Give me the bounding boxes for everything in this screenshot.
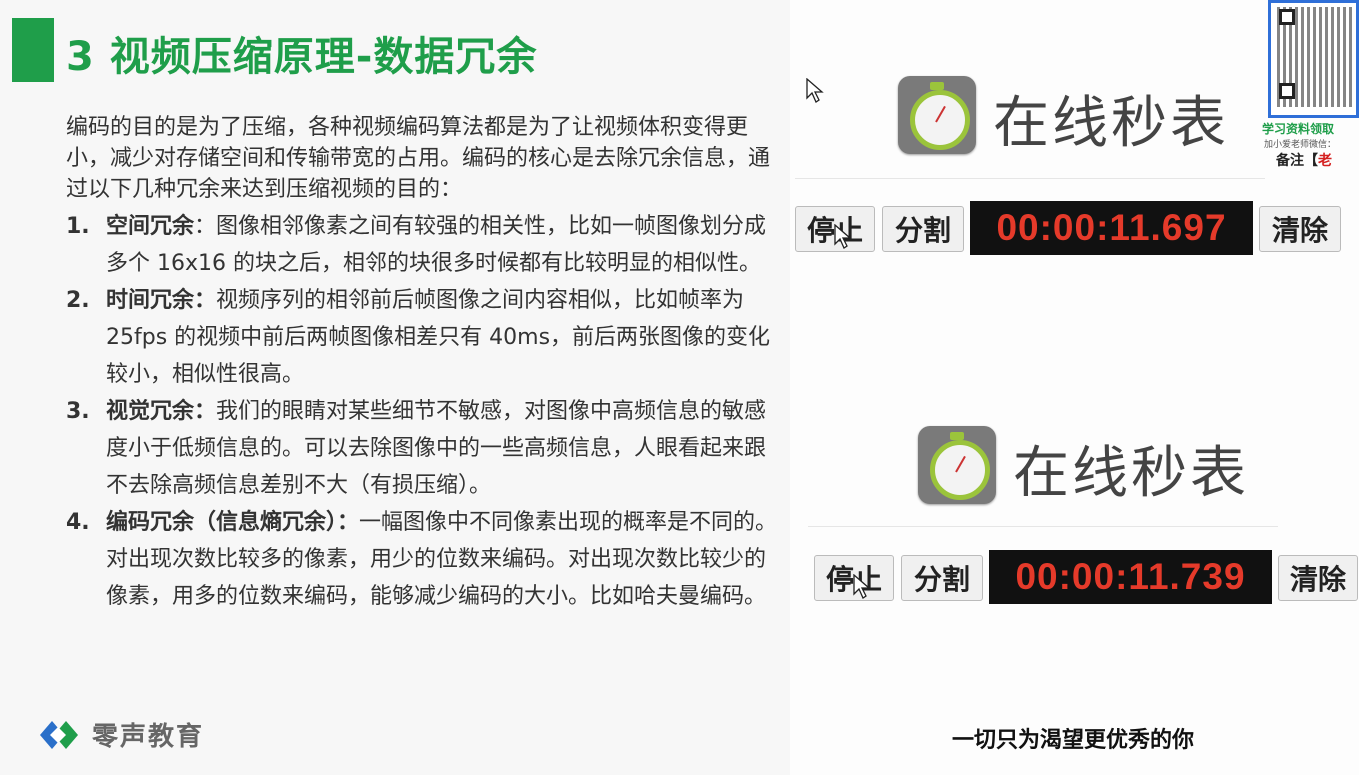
slide-intro: 编码的目的是为了压缩，各种视频编码算法都是为了让视频体积变得更小，减少对存储空间… <box>66 115 771 202</box>
list-number: 1. <box>66 214 90 239</box>
list-number: 3. <box>66 399 90 424</box>
divider <box>808 526 1278 527</box>
slide-title: 3 视频压缩原理-数据冗余 <box>66 34 538 80</box>
qr-note-prefix: 备注【 <box>1276 153 1318 169</box>
stopwatch-icon <box>898 76 976 154</box>
list-item: 1. 空间冗余：图像相邻像素之间有较强的相关性，比如一帧图像划分成多个 16x16… <box>66 208 778 282</box>
list-term: 时间冗余： <box>106 288 217 313</box>
list-term: 编码冗余（信息熵冗余）： <box>106 510 360 535</box>
list-term: 空间冗余 <box>106 214 195 239</box>
clear-button[interactable]: 清除 <box>1259 206 1341 252</box>
qr-corner <box>1279 9 1295 25</box>
list-item: 4. 编码冗余（信息熵冗余）：一幅图像中不同像素出现的概率是不同的。对出现次数比较… <box>66 504 778 615</box>
list-item: 3. 视觉冗余：我们的眼睛对某些细节不敏感，对图像中高频信息的敏感度小于低频信息的… <box>66 393 778 504</box>
qr-note-highlight: 老 <box>1318 153 1332 169</box>
qr-note: 备注【老 <box>1276 150 1332 170</box>
timer-display: 00:00:11.739 <box>989 550 1272 604</box>
list-term: 视觉冗余： <box>106 399 217 424</box>
clear-button[interactable]: 清除 <box>1278 555 1358 601</box>
stopwatch-icon <box>918 426 996 504</box>
redundancy-list: 1. 空间冗余：图像相邻像素之间有较强的相关性，比如一帧图像划分成多个 16x16… <box>66 208 778 615</box>
list-number: 2. <box>66 288 90 313</box>
list-text: ：图像相邻像素之间有较强的相关性，比如一帧图像划分成多个 16x16 的块之后，… <box>106 214 767 276</box>
slide-panel: 3 视频压缩原理-数据冗余 编码的目的是为了压缩，各种视频编码算法都是为了让视频… <box>0 0 790 775</box>
qr-caption: 学习资料领取 <box>1262 122 1335 136</box>
company-logo-icon <box>40 721 78 749</box>
divider <box>795 178 1265 179</box>
stopwatch-title: 在线秒表 <box>993 91 1229 156</box>
timer-display: 00:00:11.697 <box>970 201 1253 255</box>
slogan-text: 一切只为渴望更优秀的你 <box>952 727 1195 753</box>
qr-subcaption: 加小爱老师微信： <box>1264 140 1337 150</box>
split-button[interactable]: 分割 <box>882 206 964 252</box>
company-logo-text: 零声教育 <box>92 722 205 752</box>
list-item: 2. 时间冗余：视频序列的相邻前后帧图像之间内容相似，比如帧率为 25fps 的视… <box>66 282 778 393</box>
qr-code[interactable] <box>1268 0 1359 118</box>
stopwatch-title: 在线秒表 <box>1013 441 1249 506</box>
qr-corner <box>1279 83 1295 99</box>
list-number: 4. <box>66 510 90 535</box>
split-button[interactable]: 分割 <box>901 555 983 601</box>
title-accent-bar <box>12 18 54 82</box>
